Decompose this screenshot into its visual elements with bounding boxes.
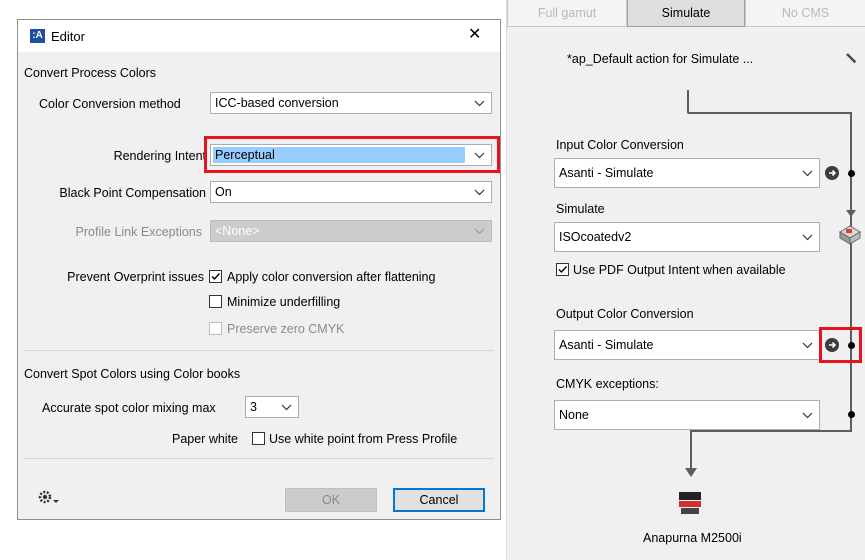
conversion-method-select[interactable]: ICC-based conversion (210, 92, 492, 114)
action-name: *ap_Default action for Simulate ... (567, 52, 754, 66)
editor-app-icon: :A (30, 29, 45, 43)
close-icon[interactable]: ✕ (468, 25, 481, 45)
chevron-down-icon (281, 404, 292, 411)
pencil-icon[interactable] (845, 52, 857, 64)
prevent-overprint-label: Prevent Overprint issues (67, 270, 204, 284)
chevron-down-icon (474, 100, 485, 107)
paper-white-checkbox-label: Use white point from Press Profile (269, 432, 458, 446)
conversion-method-value: ICC-based conversion (215, 96, 339, 110)
use-output-intent-checkbox[interactable] (556, 263, 569, 276)
simulation-panel: Full gamut Simulate No CMS *ap_Default a… (506, 0, 865, 560)
arrow-down-icon (846, 210, 856, 217)
arrow-down-icon (685, 468, 697, 477)
cmyk-exceptions-select[interactable]: None (554, 400, 820, 430)
divider (24, 458, 494, 459)
minimize-underfilling-label: Minimize underfilling (227, 295, 341, 309)
spot-mixing-select[interactable]: 3 (245, 396, 299, 418)
spot-mixing-value: 3 (250, 400, 257, 414)
arrow-right-icon (829, 169, 837, 177)
flow-node-dot (848, 342, 855, 349)
apply-after-flattening-checkbox[interactable] (209, 270, 222, 283)
checkmark-icon (211, 273, 221, 281)
output-conversion-select[interactable]: Asanti - Simulate (554, 330, 820, 360)
output-conversion-label: Output Color Conversion (556, 307, 694, 321)
minimize-underfilling-checkbox[interactable] (209, 295, 222, 308)
conversion-method-label: Color Conversion method (39, 97, 181, 111)
input-conversion-value: Asanti - Simulate (559, 166, 654, 180)
cmyk-exceptions-label: CMYK exceptions: (556, 377, 659, 391)
output-conversion-value: Asanti - Simulate (559, 338, 654, 352)
input-conversion-label: Input Color Conversion (556, 138, 684, 152)
preserve-zero-cmyk-label: Preserve zero CMYK (227, 322, 345, 336)
flow-node-dot (848, 170, 855, 177)
dialog-title: Editor (51, 29, 85, 44)
flow-node-dot (848, 411, 855, 418)
proof-printer-icon (839, 225, 861, 245)
section-process-colors: Convert Process Colors (24, 66, 156, 80)
rendering-intent-value: Perceptual (215, 148, 275, 162)
paper-white-checkbox[interactable] (252, 432, 265, 445)
arrow-right-icon (829, 341, 837, 349)
chevron-down-icon (802, 170, 813, 177)
cancel-button[interactable]: Cancel (393, 488, 485, 512)
apply-after-flattening-label: Apply color conversion after flattening (227, 270, 436, 284)
simulate-value: ISOcoatedv2 (559, 230, 632, 244)
cmyk-exceptions-value: None (559, 408, 589, 422)
chevron-down-icon (802, 412, 813, 419)
checkmark-icon (558, 266, 568, 274)
flow-line (687, 112, 852, 114)
preserve-zero-cmyk-checkbox (209, 322, 222, 335)
black-point-select[interactable]: On (210, 181, 492, 203)
printer-icon (679, 492, 701, 514)
simulate-label: Simulate (556, 202, 605, 216)
flow-line (687, 90, 689, 112)
flow-line (690, 430, 692, 470)
paper-white-label: Paper white (171, 432, 238, 446)
chevron-down-icon (474, 189, 485, 196)
chevron-down-icon (802, 342, 813, 349)
gear-dropdown-icon[interactable] (36, 488, 62, 508)
chevron-down-icon (474, 152, 485, 159)
gear-icon (38, 490, 59, 504)
tab-simulate[interactable]: Simulate (627, 0, 745, 27)
input-conversion-select[interactable]: Asanti - Simulate (554, 158, 820, 188)
printer-name: Anapurna M2500i (643, 531, 742, 545)
flow-line (850, 112, 852, 430)
rendering-intent-label: Rendering Intent (113, 149, 206, 163)
section-spot-colors: Convert Spot Colors using Color books (24, 367, 241, 381)
chevron-down-icon (802, 234, 813, 241)
profile-link-label: Profile Link Exceptions (75, 225, 202, 239)
ok-button: OK (285, 488, 377, 512)
title-bar: :A Editor ✕ (18, 20, 500, 52)
spot-mixing-label: Accurate spot color mixing max (42, 401, 216, 415)
flow-line (692, 430, 852, 432)
editor-dialog: :A Editor ✕ Convert Process Colors Color… (17, 19, 501, 520)
use-output-intent-label: Use PDF Output Intent when available (573, 263, 786, 277)
rendering-intent-select[interactable]: Perceptual (210, 144, 492, 166)
tab-no-cms[interactable]: No CMS (745, 0, 865, 27)
divider (24, 350, 494, 351)
black-point-label: Black Point Compensation (59, 186, 206, 200)
tab-full-gamut[interactable]: Full gamut (507, 0, 627, 27)
arrow-right-circle-icon[interactable] (825, 166, 839, 180)
profile-link-select: <None> (210, 220, 492, 242)
profile-link-value: <None> (215, 224, 260, 238)
simulate-select[interactable]: ISOcoatedv2 (554, 222, 820, 252)
black-point-value: On (215, 185, 232, 199)
arrow-right-circle-icon[interactable] (825, 338, 839, 352)
chevron-down-icon (474, 228, 485, 235)
